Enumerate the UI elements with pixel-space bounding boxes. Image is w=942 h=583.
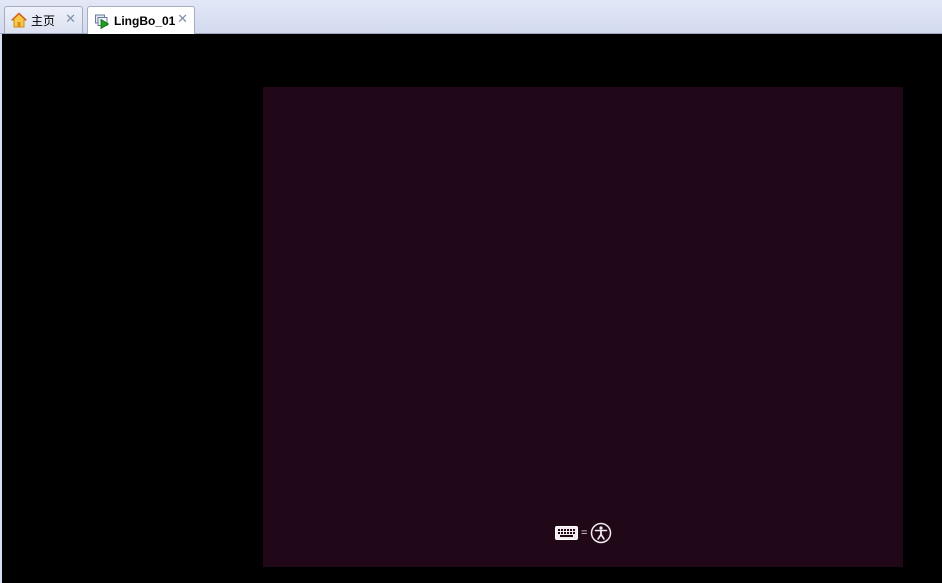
home-icon	[11, 12, 27, 28]
tab-vm-lingbo[interactable]: LingBo_01 ✕	[87, 6, 195, 34]
close-icon[interactable]: ✕	[177, 11, 188, 27]
vm-display-area[interactable]: =	[2, 34, 942, 583]
vm-console-window: 主页 ✕ LingBo_01 ✕ =	[0, 0, 942, 583]
accessibility-bar: =	[555, 521, 613, 545]
keyboard-icon[interactable]	[555, 526, 578, 540]
tab-home[interactable]: 主页 ✕	[4, 6, 83, 33]
tab-bar: 主页 ✕ LingBo_01 ✕	[0, 0, 942, 34]
guest-screen[interactable]: =	[263, 87, 903, 567]
tab-home-label: 主页	[31, 13, 56, 28]
tab-vm-label: LingBo_01	[114, 13, 176, 28]
ease-of-access-icon[interactable]	[590, 522, 612, 544]
vm-running-icon	[95, 14, 110, 29]
accessibility-separator: =	[581, 527, 588, 539]
close-icon[interactable]: ✕	[65, 11, 76, 27]
